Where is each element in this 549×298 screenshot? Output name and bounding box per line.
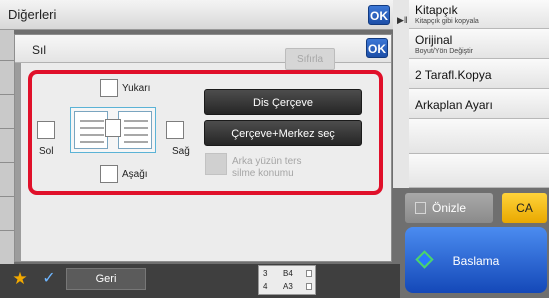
outer-ok-button[interactable]: OK	[368, 5, 390, 25]
tray-row: 3 B4	[259, 267, 317, 281]
text-line	[124, 134, 148, 136]
right-item-2-tarafli-kopya[interactable]: 2 Tarafl.Kopya	[409, 59, 549, 89]
checkmark-icon[interactable]: ✓	[38, 268, 60, 290]
play-icon: ▶‖	[397, 15, 408, 25]
star-icon[interactable]: ★	[8, 268, 32, 290]
start-label: Baslama	[452, 254, 500, 268]
right-item-title: 2 Tarafl.Kopya	[415, 68, 492, 82]
divider	[0, 60, 14, 61]
frame-center-erase-button[interactable]: Çerçeve+Merkez seç	[204, 120, 362, 146]
tray-level-icon	[306, 270, 312, 277]
tray-size: A3	[283, 282, 293, 291]
outer-title: Diğerleri	[8, 7, 57, 22]
back-side-erase-label-2: silme konumu	[232, 168, 294, 179]
left-erase-label: Sol	[39, 146, 54, 157]
right-erase-checkbox[interactable]	[166, 121, 184, 139]
text-line	[124, 141, 148, 143]
outer-left-strip	[0, 30, 14, 270]
tray-level-icon	[306, 283, 312, 290]
text-line	[124, 120, 148, 122]
right-panel: ▶‖ Kitapçık Kitapçık gibi kopyala Orijin…	[393, 0, 549, 188]
divider	[0, 230, 14, 231]
right-item-title: Kitapçık	[415, 3, 458, 17]
screen: Diğerleri OK ▶‖ Kitapçık Kitapçık gibi k…	[0, 0, 549, 298]
paper-tray-status: 3 B4 4 A3	[258, 265, 316, 295]
dialog-title: Sıl	[32, 43, 47, 57]
frame-erase-button[interactable]: Dis Çerçeve	[204, 89, 362, 115]
right-item-arkaplan-ayari[interactable]: Arkaplan Ayarı	[409, 89, 549, 119]
book-right-page	[118, 111, 152, 149]
outer-header: Diğerleri OK	[0, 0, 393, 30]
dialog-left-strip	[15, 63, 21, 261]
start-button[interactable]: Baslama	[405, 227, 547, 293]
ca-button[interactable]: CA	[502, 193, 547, 223]
divider	[0, 128, 14, 129]
text-line	[124, 127, 148, 129]
right-item-kitapcik[interactable]: Kitapçık Kitapçık gibi kopyala	[409, 0, 549, 29]
tray-size: B4	[283, 269, 293, 278]
back-side-erase-checkbox[interactable]	[205, 153, 227, 175]
center-erase-checkbox[interactable]	[105, 119, 121, 137]
bottom-bar	[0, 264, 400, 298]
right-item-empty[interactable]	[409, 154, 549, 188]
preview-icon	[415, 202, 426, 214]
dialog-ok-button[interactable]: OK	[366, 38, 388, 58]
text-line	[80, 120, 104, 122]
top-erase-checkbox[interactable]	[100, 79, 118, 97]
top-erase-label: Yukarı	[122, 83, 151, 94]
back-side-erase-label-1: Arka yüzün ters	[232, 156, 302, 167]
right-item-title: Arkaplan Ayarı	[415, 98, 493, 112]
divider	[0, 196, 14, 197]
tray-number: 3	[263, 269, 268, 278]
preview-button[interactable]: Önizle	[405, 193, 493, 223]
bottom-erase-label: Aşağı	[122, 169, 148, 180]
right-item-subtitle: Boyut/Yön Değiştir	[415, 48, 473, 55]
right-item-subtitle: Kitapçık gibi kopyala	[415, 18, 479, 25]
left-erase-checkbox[interactable]	[37, 121, 55, 139]
reset-button[interactable]: Sıfırla	[285, 48, 335, 70]
right-item-title: Orijinal	[415, 33, 453, 47]
bottom-erase-checkbox[interactable]	[100, 165, 118, 183]
tray-number: 4	[263, 282, 268, 291]
back-button[interactable]: Geri	[66, 268, 146, 290]
preview-label: Önizle	[431, 201, 466, 215]
divider	[0, 162, 14, 163]
book-preview-icon	[70, 107, 156, 153]
right-item-orijinal[interactable]: Orijinal Boyut/Yön Değiştir	[409, 29, 549, 59]
book-left-page	[74, 111, 108, 149]
text-line	[80, 127, 104, 129]
right-item-empty[interactable]	[409, 119, 549, 154]
divider	[0, 94, 14, 95]
text-line	[80, 134, 104, 136]
text-line	[80, 141, 104, 143]
right-erase-label: Sağ	[172, 146, 190, 157]
tray-row: 4 A3	[259, 280, 317, 294]
